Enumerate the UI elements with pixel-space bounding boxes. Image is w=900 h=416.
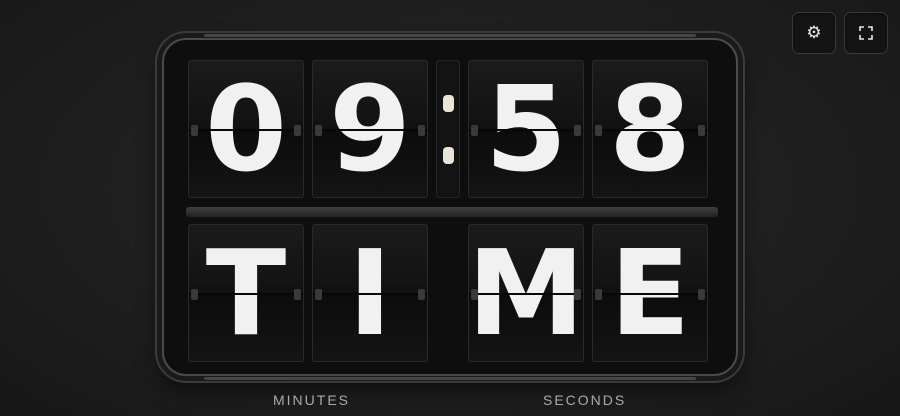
flip-clock-board: 0 9 5 8 T I M E bbox=[162, 34, 738, 380]
minutes-label: MINUTES bbox=[273, 392, 350, 408]
second-ones-tile: 8 bbox=[592, 60, 708, 198]
letter-2: I bbox=[348, 224, 392, 362]
letter-tile-3: M bbox=[468, 224, 584, 362]
second-tens-digit: 5 bbox=[484, 60, 568, 198]
colon-dot-bottom bbox=[443, 147, 454, 164]
minute-tens-tile: 0 bbox=[188, 60, 304, 198]
frame-bottom-edge bbox=[204, 377, 696, 380]
letter-tile-2: I bbox=[312, 224, 428, 362]
gear-icon: ⚙ bbox=[806, 22, 822, 43]
minute-tens-digit: 0 bbox=[204, 60, 288, 198]
minute-ones-digit: 9 bbox=[328, 60, 412, 198]
letter-tile-1: T bbox=[188, 224, 304, 362]
seconds-label: SECONDS bbox=[543, 392, 627, 408]
letter-1: T bbox=[205, 224, 287, 362]
word-row: T I M E bbox=[188, 224, 716, 362]
colon-dot-top bbox=[443, 95, 454, 112]
minute-ones-tile: 9 bbox=[312, 60, 428, 198]
letter-3: M bbox=[468, 224, 584, 362]
fullscreen-icon bbox=[859, 26, 873, 40]
row-divider bbox=[186, 207, 718, 217]
time-row: 0 9 5 8 bbox=[188, 60, 716, 198]
letter-tile-4: E bbox=[592, 224, 708, 362]
settings-button[interactable]: ⚙ bbox=[792, 12, 836, 54]
colon-separator bbox=[436, 60, 460, 198]
frame-top-edge bbox=[204, 34, 696, 37]
second-tens-tile: 5 bbox=[468, 60, 584, 198]
fullscreen-button[interactable] bbox=[844, 12, 888, 54]
letter-4: E bbox=[609, 224, 691, 362]
second-ones-digit: 8 bbox=[608, 60, 692, 198]
